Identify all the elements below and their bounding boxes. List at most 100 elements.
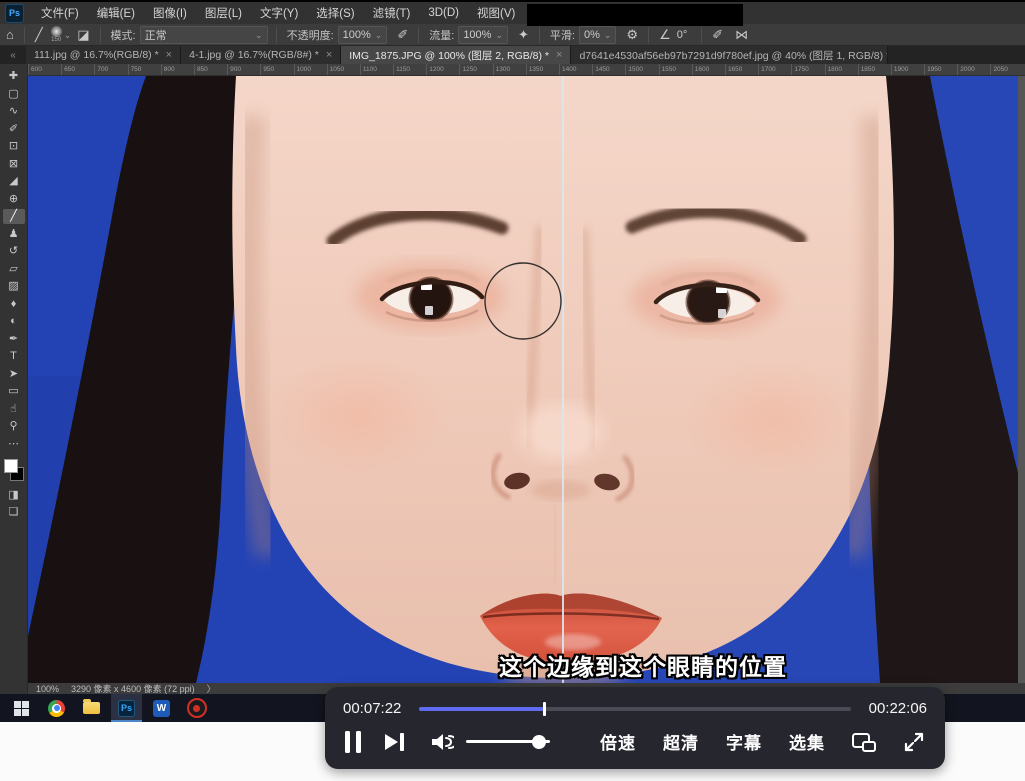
smoothing-label: 平滑: (550, 27, 575, 43)
history-brush-tool[interactable]: ↺ (3, 244, 25, 259)
taskbar-chrome[interactable] (41, 694, 72, 722)
tab-close-icon[interactable]: × (326, 49, 332, 61)
next-episode-button[interactable] (385, 733, 404, 751)
eyedropper-tool[interactable]: ◢ (3, 174, 25, 189)
color-swatches[interactable] (4, 459, 24, 481)
separator (24, 27, 25, 43)
menu-item[interactable]: 选择(S) (307, 5, 363, 21)
lasso-tool[interactable]: ∿ (3, 104, 25, 119)
tab-close-icon[interactable]: × (556, 49, 562, 61)
flow-select[interactable]: 100% ⌄ (458, 26, 508, 44)
ruler-tick: 850 (194, 64, 227, 75)
separator (701, 27, 702, 43)
dodge-tool[interactable]: ◐ (3, 314, 25, 329)
quick-selection-tool[interactable]: ✐ (3, 122, 25, 137)
ruler-tick: 1000 (294, 64, 327, 75)
volume-slider[interactable] (466, 740, 550, 743)
spot-healing-tool[interactable]: ⊕ (3, 192, 25, 207)
pen-tool[interactable]: ✒ (3, 332, 25, 347)
horizontal-ruler: 6006507007508008509009501000105011001150… (28, 64, 1025, 76)
blur-tool[interactable]: ♦ (3, 297, 25, 312)
blend-mode-select[interactable]: 正常 ⌄ (140, 26, 268, 44)
airbrush-icon[interactable]: ✦ (512, 25, 535, 45)
windows-logo-icon (14, 701, 29, 716)
home-icon[interactable]: ⌂ (0, 25, 20, 45)
player-menu-button[interactable]: 字幕 (726, 729, 762, 754)
menu-item[interactable]: 视图(V) (468, 5, 524, 21)
symmetry-icon[interactable]: ⋈ (729, 25, 754, 45)
menu-item[interactable]: 图像(I) (144, 5, 196, 21)
menu-item[interactable]: 文字(Y) (251, 5, 307, 21)
frame-tool[interactable]: ⊠ (3, 157, 25, 172)
opacity-select[interactable]: 100% ⌄ (338, 26, 388, 44)
document-tab[interactable]: 4-1.jpg @ 16.7%(RGB/8#) * × (181, 46, 341, 64)
menu-item[interactable]: 编辑(E) (88, 5, 144, 21)
start-button[interactable] (6, 694, 37, 722)
brush-preset-icon[interactable]: ╱ (29, 25, 49, 45)
document-tab[interactable]: IMG_1875.JPG @ 100% (图层 2, RGB/8) * × (341, 46, 571, 64)
menu-item[interactable]: 文件(F) (32, 5, 88, 21)
path-select-tool[interactable]: ➤ (3, 367, 25, 382)
player-menu-button[interactable]: 倍速 (600, 729, 636, 754)
ruler-tick: 900 (227, 64, 260, 75)
more-tools[interactable]: ⋯ (3, 437, 25, 452)
angle-value[interactable]: 0° (677, 29, 688, 41)
gradient-tool[interactable]: ▨ (3, 279, 25, 294)
taskbar-photoshop[interactable]: Ps (111, 694, 142, 722)
chevron-down-icon: ⌄ (495, 30, 503, 40)
type-tool[interactable]: T (3, 349, 25, 364)
separator (418, 27, 419, 43)
volume-button[interactable] (430, 732, 454, 752)
document-tab[interactable]: d7641e4530af56eb97b7291d9f780ef.jpg @ 40… (571, 46, 888, 64)
zoom-tool[interactable]: ⚲ (3, 419, 25, 434)
menu-item[interactable]: 图层(L) (196, 5, 251, 21)
taskbar-word[interactable]: W (146, 694, 177, 722)
player-menu-button[interactable]: 超清 (663, 729, 699, 754)
pause-button[interactable] (345, 731, 361, 753)
foreground-color-swatch[interactable] (4, 459, 18, 473)
volume-knob[interactable] (532, 735, 546, 749)
pressure-size-icon[interactable]: ✐ (706, 25, 729, 45)
total-time: 00:22:06 (865, 700, 927, 717)
tab-close-icon[interactable]: × (166, 49, 172, 61)
menu-item[interactable]: 3D(D) (419, 7, 468, 19)
ruler-tick: 750 (128, 64, 161, 75)
hand-tool[interactable]: ☝ (3, 402, 25, 417)
taskbar-file-explorer[interactable] (76, 694, 107, 722)
smoothing-select[interactable]: 0% ⌄ (579, 26, 616, 44)
status-chevron-icon[interactable]: 〉 (207, 682, 216, 695)
document-size-info: 3290 像素 x 4600 像素 (72 ppi) (71, 682, 195, 695)
brush-preview[interactable]: 150 (51, 26, 62, 43)
ruler-tick: 1150 (393, 64, 426, 75)
playhead-handle[interactable] (543, 702, 546, 716)
document-tab-title: 4-1.jpg @ 16.7%(RGB/8#) * (189, 49, 319, 61)
quick-mask-button[interactable]: ◨ (3, 488, 25, 503)
move-tool[interactable]: ✚ (3, 69, 25, 84)
document-tab[interactable]: 111.jpg @ 16.7%(RGB/8) * × (26, 46, 181, 64)
clone-stamp-tool[interactable]: ♟ (3, 227, 25, 242)
document-tab-bar: « 111.jpg @ 16.7%(RGB/8) * × 4-1.jpg @ 1… (0, 46, 1025, 64)
progress-bar[interactable] (419, 707, 851, 711)
zoom-level-field[interactable]: 100% (36, 684, 59, 694)
mini-player-button[interactable] (852, 732, 876, 752)
screen-mode-button[interactable]: ❏ (3, 505, 25, 520)
brush-tool[interactable]: ╱ (3, 209, 25, 224)
ruler-tick: 800 (161, 64, 194, 75)
shape-tool[interactable]: ▭ (3, 384, 25, 399)
menu-item[interactable]: 滤镜(T) (364, 5, 420, 21)
tab-overflow-icon[interactable]: « (0, 46, 26, 64)
fullscreen-icon (903, 731, 925, 753)
brush-tip-icon (51, 26, 62, 37)
brush-panel-toggle-icon[interactable]: ◪ (71, 25, 95, 45)
photoshop-canvas[interactable]: 这个边缘到这个眼睛的位置 (28, 76, 1025, 683)
crop-tool[interactable]: ⊡ (3, 139, 25, 154)
opacity-value: 100% (343, 29, 371, 41)
player-menu-button[interactable]: 选集 (789, 729, 825, 754)
taskbar-recorder[interactable] (181, 694, 212, 722)
pressure-opacity-icon[interactable]: ✐ (391, 25, 414, 45)
chevron-down-icon[interactable]: ⌄ (64, 30, 72, 40)
fullscreen-button[interactable] (903, 731, 925, 753)
gear-icon[interactable]: ⚙ (620, 25, 644, 45)
eraser-tool[interactable]: ▱ (3, 262, 25, 277)
marquee-tool[interactable]: ▢ (3, 87, 25, 102)
